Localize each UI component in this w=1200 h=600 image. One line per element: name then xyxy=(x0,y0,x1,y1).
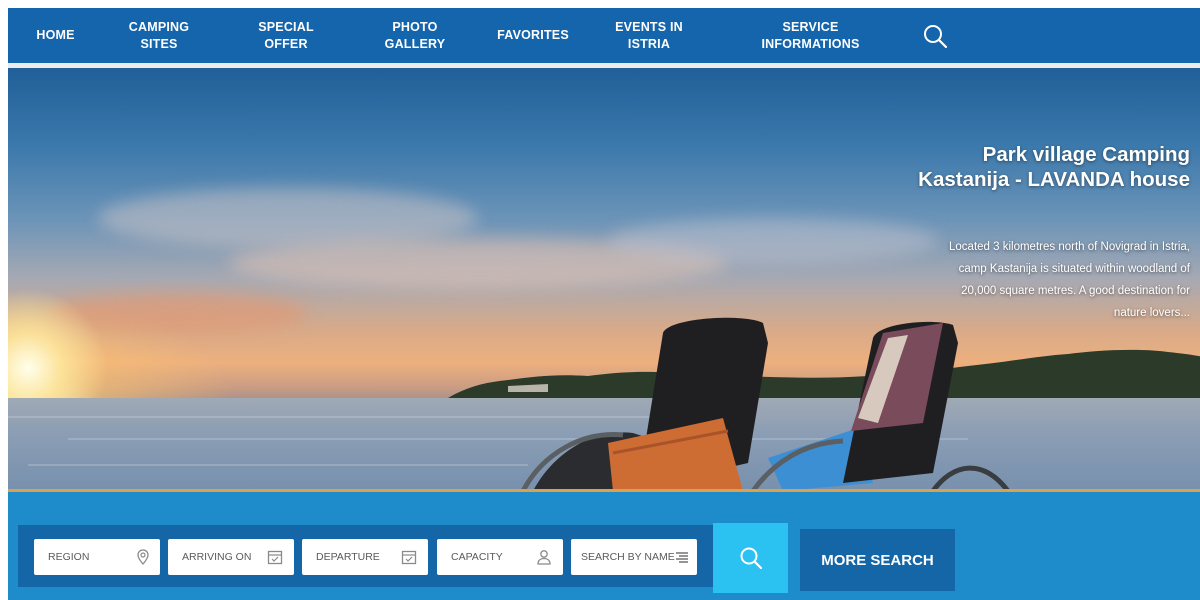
main-navigation: HOME CAMPING SITES SPECIAL OFFER PHOTO G… xyxy=(8,8,1200,68)
search-icon[interactable] xyxy=(920,21,950,51)
list-icon xyxy=(676,552,688,563)
hero-banner: Park village Camping Kastanija - LAVANDA… xyxy=(8,68,1200,489)
search-by-name-field[interactable]: SEARCH BY NAME xyxy=(571,539,697,575)
capacity-label: CAPACITY xyxy=(451,551,503,563)
search-button[interactable] xyxy=(713,523,788,593)
nav-camping-sites[interactable]: CAMPING SITES xyxy=(118,8,200,63)
more-search-button[interactable]: MORE SEARCH xyxy=(800,529,955,591)
person-icon xyxy=(537,550,551,565)
location-pin-icon xyxy=(137,549,149,565)
capacity-field[interactable]: CAPACITY xyxy=(437,539,563,575)
region-label: REGION xyxy=(48,551,90,563)
search-by-name-label: SEARCH BY NAME xyxy=(581,551,675,563)
wave xyxy=(28,464,528,466)
arriving-on-field[interactable]: ARRIVING ON xyxy=(168,539,294,575)
nav-special-offer[interactable]: SPECIAL OFFER xyxy=(241,8,331,63)
calendar-icon xyxy=(401,550,417,565)
nav-events-in-istria[interactable]: EVENTS IN ISTRIA xyxy=(604,8,694,63)
nav-service-informations[interactable]: SERVICE INFORMATIONS xyxy=(748,8,873,63)
hero-title[interactable]: Park village Camping Kastanija - LAVANDA… xyxy=(910,142,1190,192)
cloud xyxy=(608,218,938,263)
search-bar: REGION ARRIVING ON DEPARTURE CAPACITY SE… xyxy=(8,489,1200,600)
departure-label: DEPARTURE xyxy=(316,551,380,563)
nav-favorites[interactable]: FAVORITES xyxy=(488,8,578,63)
search-icon xyxy=(740,547,762,570)
departure-field[interactable]: DEPARTURE xyxy=(302,539,428,575)
region-field[interactable]: REGION xyxy=(34,539,160,575)
arriving-on-label: ARRIVING ON xyxy=(182,551,252,563)
calendar-icon xyxy=(267,550,283,565)
deck-chairs xyxy=(521,317,1010,489)
hero-description: Located 3 kilometres north of Novigrad i… xyxy=(949,241,1190,319)
nav-photo-gallery[interactable]: PHOTO GALLERY xyxy=(370,8,460,63)
nav-home[interactable]: HOME xyxy=(18,8,93,63)
search-fields-panel: REGION ARRIVING ON DEPARTURE CAPACITY SE… xyxy=(18,525,713,587)
